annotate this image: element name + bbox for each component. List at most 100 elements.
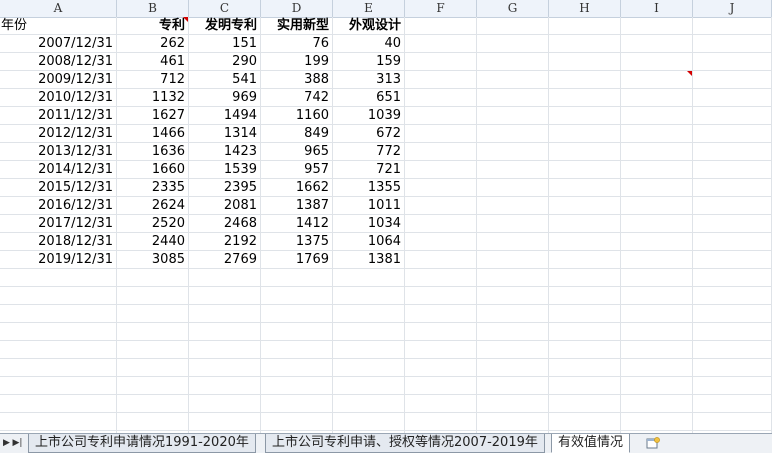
- year-cell[interactable]: 2013/12/31: [0, 143, 117, 160]
- empty-cell[interactable]: [693, 359, 772, 376]
- empty-cell[interactable]: [621, 89, 693, 106]
- design-cell[interactable]: 1355: [333, 179, 405, 196]
- invention-cell[interactable]: 1314: [189, 125, 261, 142]
- empty-cell[interactable]: [549, 179, 621, 196]
- utility-cell[interactable]: 388: [261, 71, 333, 88]
- empty-cell[interactable]: [549, 197, 621, 214]
- empty-cell[interactable]: [333, 305, 405, 322]
- empty-cell[interactable]: [477, 413, 549, 430]
- empty-cell[interactable]: [549, 341, 621, 358]
- empty-cell[interactable]: [549, 395, 621, 412]
- empty-cell[interactable]: [477, 395, 549, 412]
- empty-cell[interactable]: [693, 305, 772, 322]
- empty-cell[interactable]: [549, 305, 621, 322]
- year-cell[interactable]: 2012/12/31: [0, 125, 117, 142]
- empty-cell[interactable]: [693, 71, 772, 88]
- utility-cell[interactable]: 1769: [261, 251, 333, 268]
- comment-indicator-icon[interactable]: [183, 17, 188, 22]
- empty-cell[interactable]: [477, 53, 549, 70]
- empty-cell[interactable]: [333, 395, 405, 412]
- empty-cell[interactable]: [549, 161, 621, 178]
- empty-cell[interactable]: [261, 323, 333, 340]
- empty-cell[interactable]: [477, 125, 549, 142]
- sheet-tab-2[interactable]: 上市公司专利申请、授权等情况2007-2019年: [265, 434, 545, 453]
- empty-cell[interactable]: [405, 143, 477, 160]
- empty-cell[interactable]: [477, 323, 549, 340]
- column-header-c[interactable]: C: [189, 0, 261, 17]
- empty-cell[interactable]: [549, 17, 621, 34]
- empty-cell[interactable]: [549, 215, 621, 232]
- empty-cell[interactable]: [621, 53, 693, 70]
- utility-cell[interactable]: 1160: [261, 107, 333, 124]
- empty-cell[interactable]: [477, 305, 549, 322]
- design-cell[interactable]: 40: [333, 35, 405, 52]
- empty-cell[interactable]: [117, 413, 189, 430]
- empty-cell[interactable]: [621, 71, 693, 88]
- empty-cell[interactable]: [549, 35, 621, 52]
- empty-cell[interactable]: [549, 377, 621, 394]
- empty-cell[interactable]: [477, 251, 549, 268]
- empty-cell[interactable]: [693, 17, 772, 34]
- empty-cell[interactable]: [693, 161, 772, 178]
- utility-cell[interactable]: 965: [261, 143, 333, 160]
- patent-cell[interactable]: 2440: [117, 233, 189, 250]
- empty-cell[interactable]: [549, 251, 621, 268]
- empty-cell[interactable]: [693, 251, 772, 268]
- empty-cell[interactable]: [333, 323, 405, 340]
- patent-cell[interactable]: 1627: [117, 107, 189, 124]
- empty-cell[interactable]: [333, 269, 405, 286]
- column-header-j[interactable]: J: [693, 0, 772, 17]
- empty-cell[interactable]: [333, 359, 405, 376]
- utility-cell[interactable]: 1412: [261, 215, 333, 232]
- empty-cell[interactable]: [621, 251, 693, 268]
- header-cell-utility[interactable]: 实用新型: [261, 17, 333, 34]
- spreadsheet-grid[interactable]: A B C D E F G H I J 年份 专利 发明专利 实用新型 外观设计…: [0, 0, 772, 433]
- column-header-g[interactable]: G: [477, 0, 549, 17]
- empty-cell[interactable]: [477, 71, 549, 88]
- utility-cell[interactable]: 76: [261, 35, 333, 52]
- empty-cell[interactable]: [693, 323, 772, 340]
- empty-cell[interactable]: [189, 359, 261, 376]
- empty-cell[interactable]: [621, 35, 693, 52]
- empty-cell[interactable]: [621, 179, 693, 196]
- year-cell[interactable]: 2018/12/31: [0, 233, 117, 250]
- year-cell[interactable]: 2017/12/31: [0, 215, 117, 232]
- patent-cell[interactable]: 2624: [117, 197, 189, 214]
- invention-cell[interactable]: 1494: [189, 107, 261, 124]
- empty-cell[interactable]: [189, 395, 261, 412]
- empty-cell[interactable]: [0, 323, 117, 340]
- empty-cell[interactable]: [693, 413, 772, 430]
- patent-cell[interactable]: 1636: [117, 143, 189, 160]
- patent-cell[interactable]: 712: [117, 71, 189, 88]
- empty-cell[interactable]: [405, 413, 477, 430]
- empty-cell[interactable]: [621, 161, 693, 178]
- year-cell[interactable]: 2014/12/31: [0, 161, 117, 178]
- invention-cell[interactable]: 969: [189, 89, 261, 106]
- empty-cell[interactable]: [117, 341, 189, 358]
- patent-cell[interactable]: 1132: [117, 89, 189, 106]
- empty-cell[interactable]: [0, 287, 117, 304]
- empty-cell[interactable]: [405, 197, 477, 214]
- empty-cell[interactable]: [621, 197, 693, 214]
- empty-cell[interactable]: [333, 377, 405, 394]
- empty-cell[interactable]: [621, 323, 693, 340]
- empty-cell[interactable]: [549, 107, 621, 124]
- empty-cell[interactable]: [477, 215, 549, 232]
- empty-cell[interactable]: [405, 269, 477, 286]
- empty-cell[interactable]: [333, 341, 405, 358]
- empty-cell[interactable]: [477, 269, 549, 286]
- design-cell[interactable]: 1039: [333, 107, 405, 124]
- sheet-tab-1[interactable]: 上市公司专利申请情况1991-2020年: [28, 434, 256, 453]
- invention-cell[interactable]: 1539: [189, 161, 261, 178]
- empty-cell[interactable]: [117, 395, 189, 412]
- empty-cell[interactable]: [693, 197, 772, 214]
- patent-cell[interactable]: 1466: [117, 125, 189, 142]
- empty-cell[interactable]: [549, 125, 621, 142]
- empty-cell[interactable]: [477, 161, 549, 178]
- empty-cell[interactable]: [189, 323, 261, 340]
- column-header-h[interactable]: H: [549, 0, 621, 17]
- empty-cell[interactable]: [621, 17, 693, 34]
- empty-cell[interactable]: [333, 287, 405, 304]
- year-cell[interactable]: 2019/12/31: [0, 251, 117, 268]
- empty-cell[interactable]: [405, 53, 477, 70]
